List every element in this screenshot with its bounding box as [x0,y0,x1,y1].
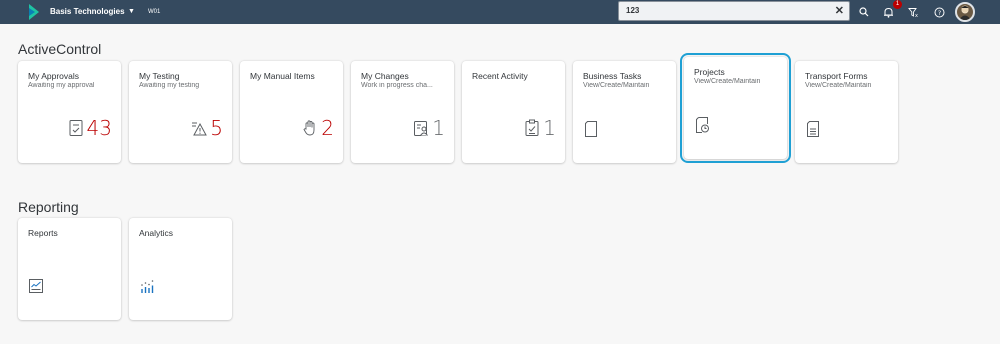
form-document-icon [807,121,819,137]
tile-title: Reports [28,228,58,238]
user-avatar[interactable] [955,2,975,22]
document-clock-icon [696,117,709,133]
tile-subtitle: Awaiting my testing [139,82,200,89]
group-title-activecontrol: ActiveControl [18,41,102,57]
tile-value: 1 [543,116,556,140]
tile-analytics[interactable]: Analytics [129,218,232,320]
tile-my-changes[interactable]: My Changes Work in progress cha... 1 [351,61,454,163]
tile-kpi: 2 [302,116,334,140]
tile-projects[interactable]: Projects View/Create/Maintain [680,53,791,163]
tile-subtitle: View/Create/Maintain [583,82,650,89]
logo-icon[interactable] [29,4,39,20]
tile-title: My Manual Items [250,71,315,81]
warning-list-icon [192,122,208,136]
tile-my-testing[interactable]: My Testing Awaiting my testing 5 [129,61,232,163]
approval-doc-icon [69,120,83,136]
chevron-down-icon[interactable]: ▼ [128,0,135,24]
tile-kpi: 43 [68,116,112,140]
help-icon[interactable]: ? [931,4,947,20]
tile-title: My Approvals [28,71,80,81]
tile-recent-activity[interactable]: Recent Activity 1 [462,61,565,163]
user-list-icon [414,121,429,136]
svg-text:x: x [915,13,918,18]
search-icon[interactable] [856,4,872,20]
tile-value: 2 [321,116,334,140]
tile-kpi: 1 [524,116,556,140]
tile-value: 5 [210,116,223,140]
filter-icon[interactable]: x [905,4,921,20]
tile-transport-forms[interactable]: Transport Forms View/Create/Maintain [795,61,898,163]
tile-my-manual-items[interactable]: My Manual Items 2 [240,61,343,163]
tile-title: Business Tasks [583,71,642,81]
clear-search-icon[interactable]: ✕ [835,2,844,20]
system-id: W01 [148,9,161,15]
analytics-icon [141,280,154,293]
tile-kpi: 5 [191,116,223,140]
tile-business-tasks[interactable]: Business Tasks View/Create/Maintain [573,61,676,163]
tile-subtitle: Awaiting my approval [28,82,95,89]
notification-badge: 1 [893,0,902,9]
tile-reports[interactable]: Reports [18,218,121,320]
tile-subtitle: Work in progress cha... [361,82,433,89]
tile-subtitle: View/Create/Maintain [805,82,872,89]
search-input[interactable]: 123 ✕ [618,1,850,21]
hand-icon [303,120,315,136]
tile-title: Recent Activity [472,71,528,81]
search-value: 123 [626,6,640,15]
shell-bar: Basis Technologies ▼ W01 123 ✕ 1 x ? [0,0,1000,24]
tile-title: Transport Forms [805,71,868,81]
document-icon [585,121,597,137]
tile-title: My Testing [139,71,180,81]
tile-title: My Changes [361,71,409,81]
tile-subtitle: View/Create/Maintain [694,78,761,85]
tile-value: 1 [432,116,445,140]
group-title-reporting: Reporting [18,199,79,215]
svg-text:?: ? [937,9,940,17]
clipboard-check-icon [525,119,539,136]
tile-title: Analytics [139,228,174,238]
tile-title: Projects [694,67,725,77]
tile-my-approvals[interactable]: My Approvals Awaiting my approval 43 [18,61,121,163]
tile-value: 43 [86,116,112,140]
tile-kpi: 1 [413,116,445,140]
report-icon [29,279,43,293]
brand-name[interactable]: Basis Technologies [50,0,125,24]
